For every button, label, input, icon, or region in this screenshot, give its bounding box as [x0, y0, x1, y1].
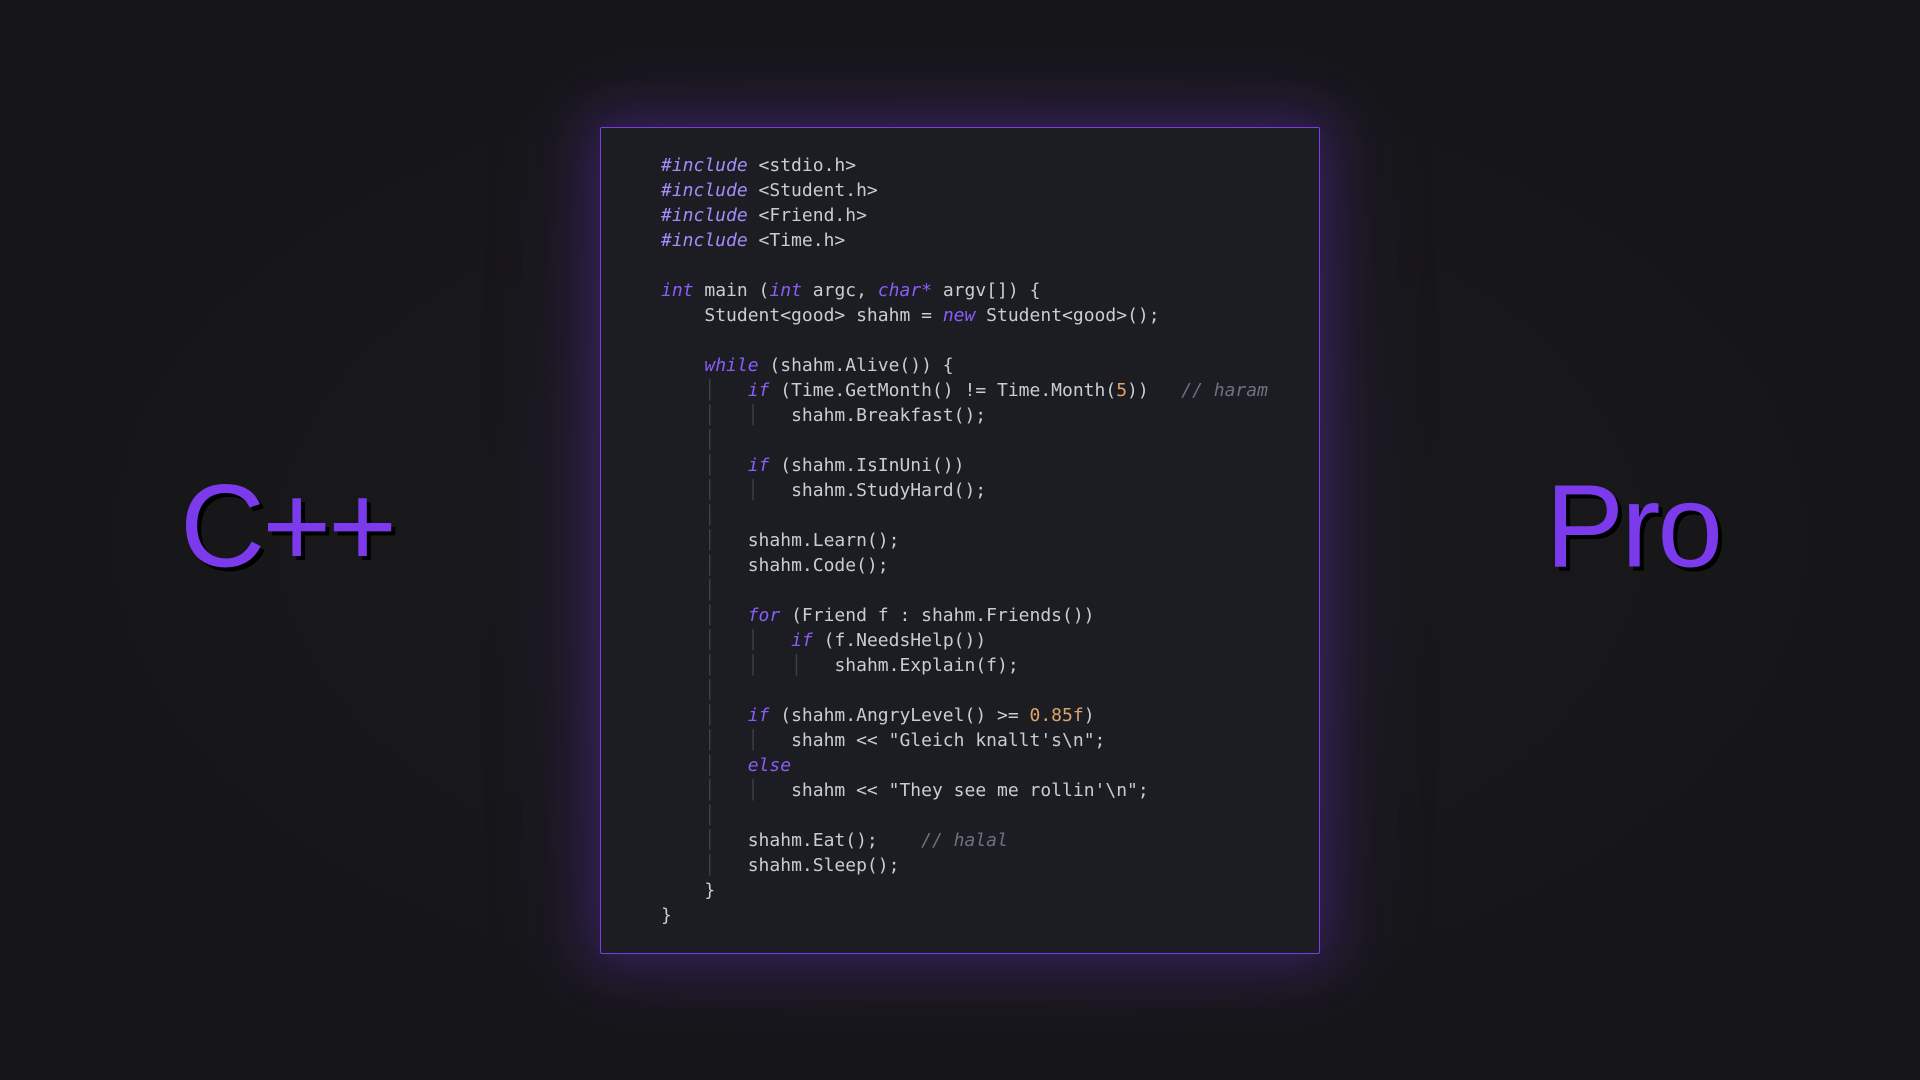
cond: (Time.GetMonth() != Time.Month( — [780, 380, 1116, 401]
number: 0.85f — [1030, 705, 1084, 726]
stmt: shahm.Eat(); — [748, 830, 878, 851]
stmt: ; — [1138, 780, 1149, 801]
stmt: ; — [1095, 730, 1106, 751]
type: Student — [986, 305, 1062, 326]
brace: } — [704, 880, 715, 901]
include-header: <Friend.h> — [759, 205, 867, 226]
keyword-new: new — [943, 305, 976, 326]
type-param: <good> — [1062, 305, 1127, 326]
func-name: main — [704, 280, 747, 301]
string: "They see me rollin'\n" — [889, 780, 1138, 801]
brace: } — [661, 905, 672, 926]
type-param: <good> — [780, 305, 845, 326]
var: shahm — [856, 305, 910, 326]
cond: )) — [1127, 380, 1149, 401]
code-block: #include <stdio.h> #include <Student.h> … — [661, 153, 1319, 928]
cond: (f.NeedsHelp()) — [824, 630, 987, 651]
keyword-char: char* — [878, 280, 932, 301]
stmt: shahm << — [791, 730, 889, 751]
param: argv[] — [943, 280, 1008, 301]
keyword-else: else — [748, 755, 791, 776]
cond: (Friend f : shahm.Friends()) — [791, 605, 1094, 626]
include-header: <stdio.h> — [759, 155, 857, 176]
keyword-while: while — [704, 355, 758, 376]
stmt: shahm << — [791, 780, 889, 801]
string: "Gleich knallt's\n" — [889, 730, 1095, 751]
left-language-label: C++ — [180, 458, 394, 594]
keyword-if: if — [748, 455, 770, 476]
keyword-int: int — [769, 280, 802, 301]
stmt: shahm.Breakfast(); — [791, 405, 986, 426]
include-directive: #include — [661, 205, 748, 226]
number: 5 — [1116, 380, 1127, 401]
keyword-if: if — [748, 380, 770, 401]
include-header: <Student.h> — [759, 180, 878, 201]
stmt: shahm.Learn(); — [748, 530, 900, 551]
op: = — [921, 305, 932, 326]
type: Student — [704, 305, 780, 326]
keyword-if: if — [748, 705, 770, 726]
keyword-if: if — [791, 630, 813, 651]
keyword-int: int — [661, 280, 694, 301]
cond: (shahm.IsInUni()) — [780, 455, 964, 476]
right-label: Pro — [1545, 458, 1720, 594]
cond: (shahm.Alive()) { — [769, 355, 953, 376]
stmt: shahm.Explain(f); — [834, 655, 1018, 676]
stmt: shahm.Code(); — [748, 555, 889, 576]
tail: (); — [1127, 305, 1160, 326]
brace: { — [1030, 280, 1041, 301]
param: argc — [813, 280, 856, 301]
include-directive: #include — [661, 180, 748, 201]
include-directive: #include — [661, 230, 748, 251]
include-directive: #include — [661, 155, 748, 176]
cond: ) — [1084, 705, 1095, 726]
keyword-for: for — [748, 605, 781, 626]
comment: // halal — [921, 830, 1008, 851]
cond: (shahm.AngryLevel() >= — [780, 705, 1029, 726]
stmt: shahm.StudyHard(); — [791, 480, 986, 501]
comment: // haram — [1181, 380, 1268, 401]
code-panel: #include <stdio.h> #include <Student.h> … — [600, 127, 1320, 954]
stmt: shahm.Sleep(); — [748, 855, 900, 876]
include-header: <Time.h> — [759, 230, 846, 251]
